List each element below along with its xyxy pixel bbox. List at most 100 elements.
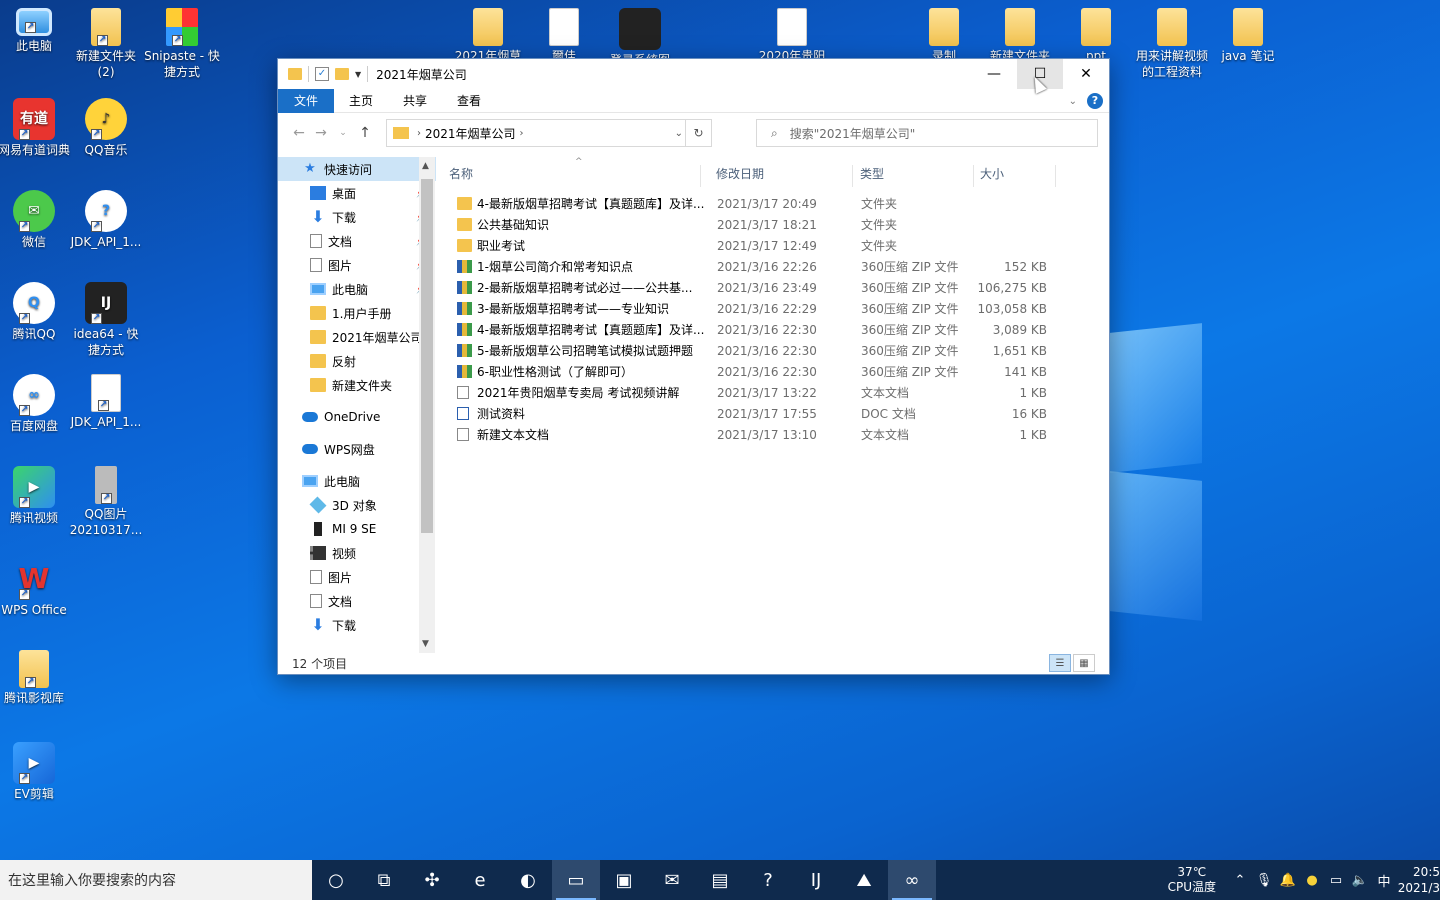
desktop-icon[interactable]: 2021年烟草 [450,8,526,64]
back-button[interactable]: ← [288,125,310,141]
scroll-thumb[interactable] [421,179,433,533]
new-folder-icon[interactable] [335,68,349,80]
desktop-icon[interactable]: IJ ↗ idea64 - 快捷方式 [68,282,144,358]
volume-icon[interactable]: 🔈 [1348,873,1372,888]
large-icons-view-icon[interactable]: ▦ [1073,654,1095,672]
ie-icon[interactable]: e [456,860,504,900]
nav-item[interactable]: ⬇下载📌 [278,205,436,229]
nav-item[interactable]: ★ 快速访问 [278,157,436,181]
desktop-icon[interactable]: 用来讲解视频的工程资料 [1134,8,1210,80]
notification-bell-icon[interactable]: 🔔 [1276,873,1300,888]
properties-icon[interactable]: ✓ [315,67,329,81]
nav-item[interactable]: 视频 [278,541,436,565]
desktop-icon[interactable]: ? ↗ JDK_API_1... [68,190,144,250]
nav-item[interactable]: 新建文件夹 [278,373,436,397]
details-view-icon[interactable]: ☰ [1049,654,1071,672]
column-name[interactable]: 名称 [445,165,701,187]
nav-scrollbar[interactable]: ▲ ▼ [419,157,435,653]
edge-icon[interactable]: ◐ [504,860,552,900]
chevron-down-icon[interactable]: ⌄ [675,128,683,139]
jdk-api-icon[interactable]: ? [744,860,792,900]
file-row[interactable]: 6-职业性格测试（了解即可） 2021/3/16 22:30 360压缩 ZIP 文… [445,361,1110,382]
breadcrumb[interactable]: 2021年烟草公司 [425,125,516,142]
file-row[interactable]: 1-烟草公司简介和常考知识点 2021/3/16 22:26 360压缩 ZIP 文… [445,256,1110,277]
nav-item[interactable]: 图片 [278,565,436,589]
pinwheel-icon[interactable]: ✣ [408,860,456,900]
file-row[interactable]: 3-最新版烟草招聘考试——专业知识 2021/3/16 22:29 360压缩 ZI… [445,298,1110,319]
cortana-icon[interactable]: ○ [312,860,360,900]
taskbar-search[interactable]: 在这里输入你要搜索的内容 [0,860,312,900]
desktop-icon[interactable]: ♪ ↗ QQ音乐 [68,98,144,158]
expand-ribbon-icon[interactable]: ⌄ [1069,96,1077,107]
photos-icon[interactable]: ⛰ [840,860,888,900]
forward-button[interactable]: → [310,125,332,141]
scroll-down-icon[interactable]: ▼ [422,639,429,649]
tab-share[interactable]: 共享 [388,89,442,113]
desktop-icon[interactable]: ▶ ↗ EV剪辑 [0,742,72,802]
nav-item[interactable]: 桌面📌 [278,181,436,205]
column-date[interactable]: 修改日期 [712,165,853,187]
notepad-icon[interactable]: ▤ [696,860,744,900]
desktop-icon[interactable]: W ↗ WPS Office [0,558,72,618]
desktop-icon[interactable]: ppt [1058,8,1134,64]
task-view-icon[interactable]: ⧉ [360,860,408,900]
file-row[interactable]: 新建文本文档 2021/3/17 13:10 文本文档 1 KB [445,424,1110,445]
desktop-icon[interactable]: java 笔记 [1210,8,1286,64]
nav-item[interactable]: OneDrive [278,405,436,429]
recent-locations-icon[interactable]: ⌄ [332,128,354,138]
chevron-right-icon[interactable]: › [417,128,421,139]
close-button[interactable]: ✕ [1063,59,1109,89]
ime-indicator[interactable]: 中 [1372,871,1396,890]
cpu-temperature[interactable]: 37℃ CPU温度 [1168,865,1216,895]
nav-item[interactable]: 图片📌 [278,253,436,277]
file-row[interactable]: 职业考试 2021/3/17 12:49 文件夹 [445,235,1110,256]
desktop-icon[interactable]: ✉ ↗ 微信 [0,190,72,250]
chevron-right-icon[interactable]: › [520,128,524,139]
scroll-up-icon[interactable]: ▲ [422,161,429,171]
desktop-icon[interactable]: ↗ 新建文件夹 (2) [68,8,144,80]
tab-home[interactable]: 主页 [334,89,388,113]
nav-item[interactable]: 3D 对象 [278,493,436,517]
desktop-icon[interactable]: 新建文件夹 [982,8,1058,64]
desktop-icon[interactable]: ↗ Snipaste - 快捷方式 [144,8,220,80]
file-row[interactable]: 2021年贵阳烟草专卖局 考试视频讲解 2021/3/17 13:22 文本文档 1 … [445,382,1110,403]
column-type[interactable]: 类型 [856,165,974,187]
file-row[interactable]: 4-最新版烟草招聘考试【真题题库】及详... 2021/3/17 20:49 文件夹 [445,193,1110,214]
idea-icon[interactable]: IJ [792,860,840,900]
show-hidden-icons-icon[interactable]: ⌃ [1228,873,1252,888]
desktop-icon[interactable]: ↗ 此电脑 [0,8,72,54]
nav-item[interactable]: 反射 [278,349,436,373]
desktop-icon[interactable]: ∞ ↗ 百度网盘 [0,374,72,434]
search-box[interactable]: ⌕ 搜索"2021年烟草公司" [756,119,1098,147]
clock[interactable]: 20:5 2021/3 [1396,864,1440,896]
baidu-netdisk-icon[interactable]: ∞ [888,860,936,900]
mail-icon[interactable]: ✉ [648,860,696,900]
tray-app-icon[interactable]: ● [1300,873,1324,888]
desktop-icon[interactable]: ▶ ↗ 腾讯视频 [0,466,72,526]
tab-file[interactable]: 文件 [278,88,335,113]
desktop-icon[interactable]: ↗ 腾讯影视库 [0,650,72,706]
nav-item[interactable]: 文档 [278,589,436,613]
nav-item[interactable]: 2021年烟草公司 [278,325,436,349]
nav-item[interactable]: MI 9 SE [278,517,436,541]
refresh-button[interactable]: ↻ [685,120,711,146]
up-button[interactable]: ↑ [354,125,376,141]
desktop-icon[interactable]: 爾佳 [526,8,602,64]
desktop-icon[interactable]: 有道 ↗ 网易有道词典 [0,98,72,158]
nav-item[interactable]: WPS网盘 [278,437,436,461]
desktop-icon[interactable]: 录制 [906,8,982,64]
network-icon[interactable]: ▭ [1324,873,1348,888]
nav-item[interactable]: 此电脑📌 [278,277,436,301]
tab-view[interactable]: 查看 [442,89,496,113]
file-row[interactable]: 4-最新版烟草招聘考试【真题题库】及详... 2021/3/16 22:30 360… [445,319,1110,340]
help-icon[interactable]: ? [1087,93,1103,109]
minimize-button[interactable]: — [971,59,1017,89]
desktop-icon[interactable]: ↗ JDK_API_1... [68,374,144,430]
customize-dropdown-icon[interactable]: ▼ [355,70,361,79]
file-explorer-icon[interactable]: ▭ [552,860,600,900]
file-row[interactable]: 2-最新版烟草招聘考试必过——公共基... 2021/3/16 23:49 360压… [445,277,1110,298]
file-row[interactable]: 5-最新版烟草公司招聘笔试模拟试题押题 2021/3/16 22:30 360压缩 … [445,340,1110,361]
microphone-icon[interactable]: 🎙 [1252,873,1276,888]
desktop-icon[interactable]: ↗ QQ图片20210317... [68,466,144,538]
title-bar[interactable]: ✓ ▼ 2021年烟草公司 — ☐ ✕ [278,59,1109,89]
